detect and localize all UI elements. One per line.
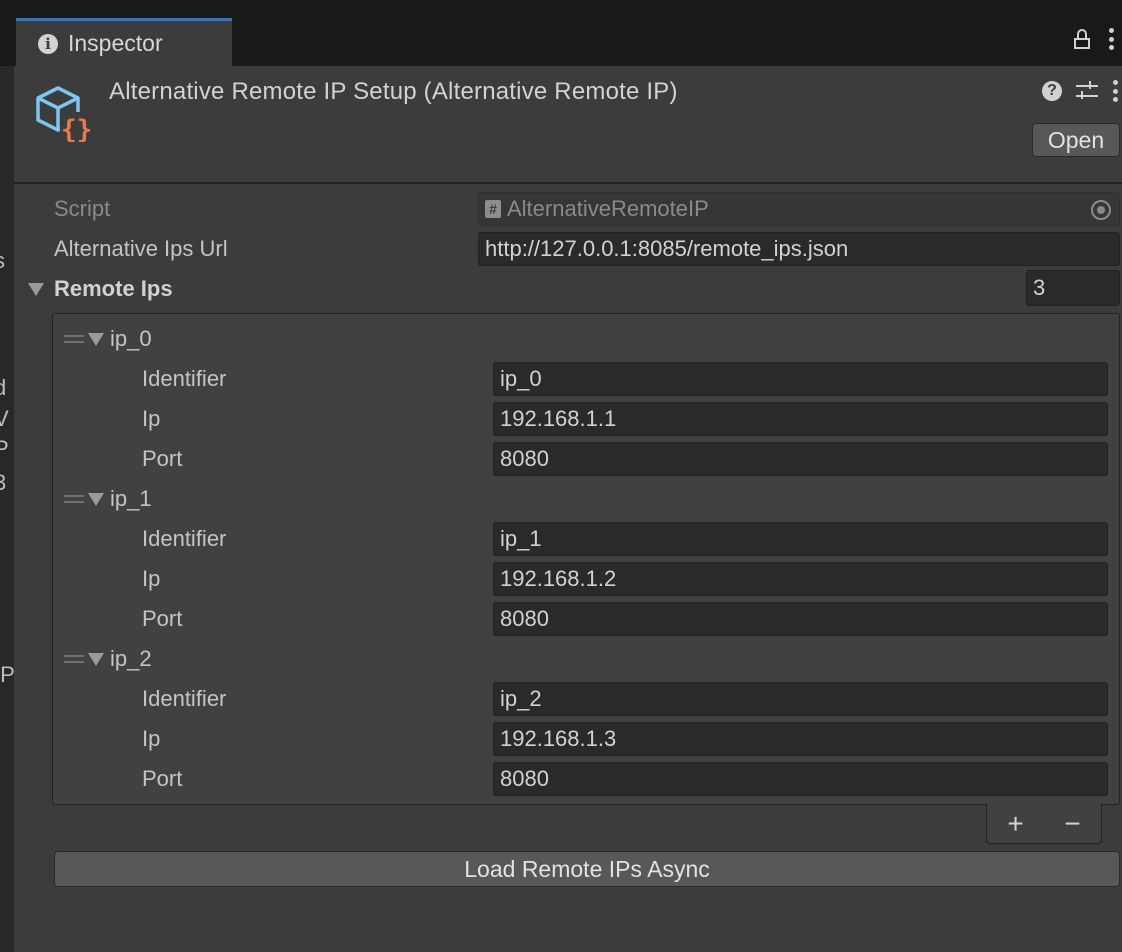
help-icon[interactable]: ? bbox=[1042, 81, 1062, 101]
svg-text:{}: {} bbox=[61, 115, 92, 142]
drag-handle-icon[interactable] bbox=[64, 655, 84, 663]
object-picker-icon[interactable] bbox=[1091, 200, 1111, 220]
ip-input[interactable]: 192.168.1.1 bbox=[493, 402, 1108, 436]
foldout-arrow-icon bbox=[88, 492, 104, 506]
list-item-name: ip_0 bbox=[110, 326, 152, 351]
port-row: Port bbox=[142, 442, 182, 476]
port-input[interactable]: 8080 bbox=[493, 602, 1108, 636]
open-button[interactable]: Open bbox=[1032, 123, 1120, 157]
adjacent-window-strip: t s d V P 3 IP t bbox=[0, 66, 14, 952]
tab-bar: i Inspector bbox=[14, 0, 1122, 66]
ip-row: Ip bbox=[142, 402, 160, 436]
url-label: Alternative Ips Url bbox=[54, 236, 228, 261]
drag-handle-icon[interactable] bbox=[64, 495, 84, 503]
identifier-input[interactable]: ip_0 bbox=[493, 362, 1108, 396]
ip-label: Ip bbox=[142, 726, 161, 751]
ip-label: Ip bbox=[142, 406, 161, 431]
drag-handle-icon[interactable] bbox=[64, 335, 84, 343]
identifier-label: Identifier bbox=[142, 366, 227, 391]
remote-ips-label: Remote Ips bbox=[54, 276, 173, 301]
strip-fragment: V bbox=[0, 406, 9, 431]
identifier-row: Identifier bbox=[142, 362, 226, 396]
port-row: Port bbox=[142, 762, 182, 796]
strip-fragment: P bbox=[0, 436, 9, 461]
ip-row: Ip bbox=[142, 722, 160, 756]
script-row: Script bbox=[54, 192, 110, 226]
component-title: Alternative Remote IP Setup (Alternative… bbox=[109, 78, 678, 105]
more-options-icon[interactable] bbox=[1108, 28, 1114, 50]
identifier-label: Identifier bbox=[142, 526, 227, 551]
port-label: Port bbox=[142, 766, 183, 791]
port-label: Port bbox=[142, 606, 183, 631]
identifier-label: Identifier bbox=[142, 686, 227, 711]
tab-actions bbox=[1074, 28, 1114, 50]
component-menu-icon[interactable] bbox=[1112, 80, 1118, 102]
ip-input[interactable]: 192.168.1.2 bbox=[493, 562, 1108, 596]
add-item-button[interactable]: + bbox=[1001, 808, 1031, 839]
component-header: {} Alternative Remote IP Setup (Alternat… bbox=[14, 66, 1122, 184]
script-field: # AlternativeRemoteIP bbox=[478, 192, 1120, 226]
port-input[interactable]: 8080 bbox=[493, 442, 1108, 476]
remote-ips-count[interactable]: 3 bbox=[1026, 270, 1120, 306]
ip-input[interactable]: 192.168.1.3 bbox=[493, 722, 1108, 756]
script-value: AlternativeRemoteIP bbox=[507, 196, 709, 221]
list-item-name: ip_1 bbox=[110, 486, 152, 511]
foldout-arrow-icon bbox=[88, 332, 104, 346]
remote-ips-foldout[interactable]: Remote Ips bbox=[28, 272, 173, 306]
inspector-panel: {} Alternative Remote IP Setup (Alternat… bbox=[14, 66, 1122, 952]
list-item-name: ip_2 bbox=[110, 646, 152, 671]
tab-label: Inspector bbox=[68, 30, 163, 56]
list-item-foldout[interactable]: ip_2 bbox=[64, 642, 152, 676]
script-asset-icon: {} bbox=[36, 86, 94, 142]
tab-inspector[interactable]: i Inspector bbox=[16, 18, 232, 66]
port-input[interactable]: 8080 bbox=[493, 762, 1108, 796]
list-item-foldout[interactable]: ip_0 bbox=[64, 322, 152, 356]
remove-item-button[interactable]: − bbox=[1058, 808, 1088, 839]
header-tools: ? bbox=[1042, 80, 1118, 102]
list-item-foldout[interactable]: ip_1 bbox=[64, 482, 152, 516]
ip-label: Ip bbox=[142, 566, 161, 591]
identifier-row: Identifier bbox=[142, 522, 226, 556]
url-input[interactable]: http://127.0.0.1:8085/remote_ips.json bbox=[478, 232, 1120, 266]
strip-fragment: d bbox=[0, 375, 7, 400]
list-footer: + − bbox=[986, 804, 1102, 844]
port-row: Port bbox=[142, 602, 182, 636]
load-remote-ips-button[interactable]: Load Remote IPs Async bbox=[54, 851, 1120, 887]
foldout-arrow-icon bbox=[28, 282, 44, 296]
lock-icon[interactable] bbox=[1074, 29, 1090, 49]
strip-fragment: IP bbox=[0, 662, 14, 687]
identifier-input[interactable]: ip_1 bbox=[493, 522, 1108, 556]
strip-fragment: 3 bbox=[0, 470, 7, 495]
strip-fragment: s bbox=[0, 248, 5, 274]
foldout-arrow-icon bbox=[88, 652, 104, 666]
identifier-row: Identifier bbox=[142, 682, 226, 716]
presets-icon[interactable] bbox=[1076, 81, 1098, 101]
script-label: Script bbox=[54, 196, 111, 221]
url-row: Alternative Ips Url bbox=[54, 232, 228, 266]
info-icon: i bbox=[38, 33, 58, 54]
script-file-icon: # bbox=[485, 200, 501, 218]
port-label: Port bbox=[142, 446, 183, 471]
identifier-input[interactable]: ip_2 bbox=[493, 682, 1108, 716]
ip-row: Ip bbox=[142, 562, 160, 596]
